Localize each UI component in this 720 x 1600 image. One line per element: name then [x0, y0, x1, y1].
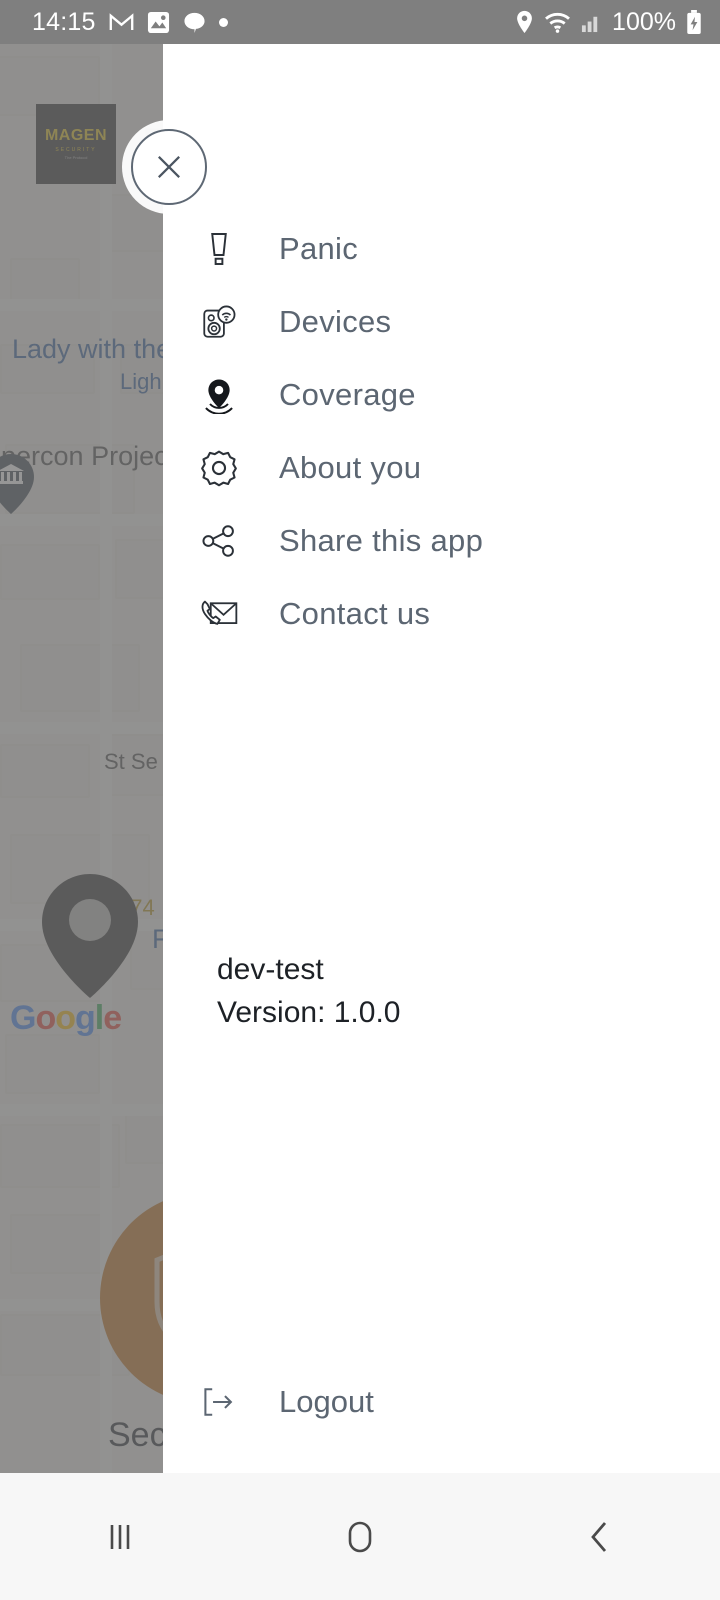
- photos-icon: [147, 11, 170, 34]
- menu-item-label: Coverage: [279, 376, 416, 412]
- back-icon: [591, 1521, 607, 1552]
- status-bar-clock: 14:15: [32, 7, 96, 36]
- menu-item-label: Contact us: [279, 595, 431, 631]
- menu-item-label: Share this app: [279, 522, 484, 558]
- envelope-phone-icon: [197, 592, 241, 636]
- location-coverage-icon: [197, 373, 241, 417]
- environment-name: dev-test: [217, 953, 324, 986]
- menu-item-label: About you: [279, 449, 422, 485]
- gear-icon: [197, 446, 241, 490]
- menu-item-panic[interactable]: Panic: [163, 212, 720, 285]
- menu-item-label: Panic: [279, 230, 359, 266]
- location-icon: [515, 10, 534, 34]
- menu-item-contact-us[interactable]: Contact us: [163, 577, 720, 650]
- version-number: Version: 1.0.0: [217, 995, 401, 1029]
- menu-item-label: Devices: [279, 303, 392, 339]
- cell-signal-icon: [581, 12, 602, 33]
- dot-indicator: [218, 17, 228, 27]
- devices-wireless-icon: [197, 300, 241, 344]
- close-drawer-button[interactable]: [131, 129, 207, 205]
- logout-button[interactable]: Logout: [197, 1372, 374, 1432]
- recents-icon: [110, 1524, 130, 1549]
- status-bar-right: 100%: [515, 8, 702, 37]
- wifi-icon: [544, 11, 571, 34]
- share-icon: [197, 519, 241, 563]
- menu-item-coverage[interactable]: Coverage: [163, 358, 720, 431]
- battery-percentage: 100%: [612, 7, 676, 36]
- exclamation-mark-icon: [197, 227, 241, 271]
- status-bar-left: 14:15: [32, 8, 515, 37]
- home-icon: [348, 1521, 372, 1552]
- recents-button[interactable]: [0, 1517, 240, 1557]
- close-icon: [158, 156, 180, 178]
- menu-item-about-you[interactable]: About you: [163, 431, 720, 504]
- app-root: Lady with the Ligh upercon Project St Se…: [0, 0, 720, 1600]
- menu-item-share-this-app[interactable]: Share this app: [163, 504, 720, 577]
- android-navigation-bar: [0, 1473, 720, 1600]
- back-button[interactable]: [480, 1515, 720, 1559]
- version-info: dev-test Version: 1.0.0: [217, 949, 400, 1034]
- logout-label: Logout: [279, 1384, 374, 1419]
- home-button[interactable]: [240, 1515, 480, 1559]
- gmail-icon: [109, 12, 134, 32]
- android-status-bar: 14:15 100%: [0, 0, 720, 44]
- drawer-menu-list: Panic Devices Coverage About you Share t…: [163, 44, 720, 650]
- chat-bubble-icon: [183, 11, 206, 34]
- navigation-drawer: Panic Devices Coverage About you Share t…: [163, 44, 720, 1474]
- battery-charging-icon: [686, 9, 702, 35]
- menu-item-devices[interactable]: Devices: [163, 285, 720, 358]
- logout-icon: [197, 1380, 241, 1424]
